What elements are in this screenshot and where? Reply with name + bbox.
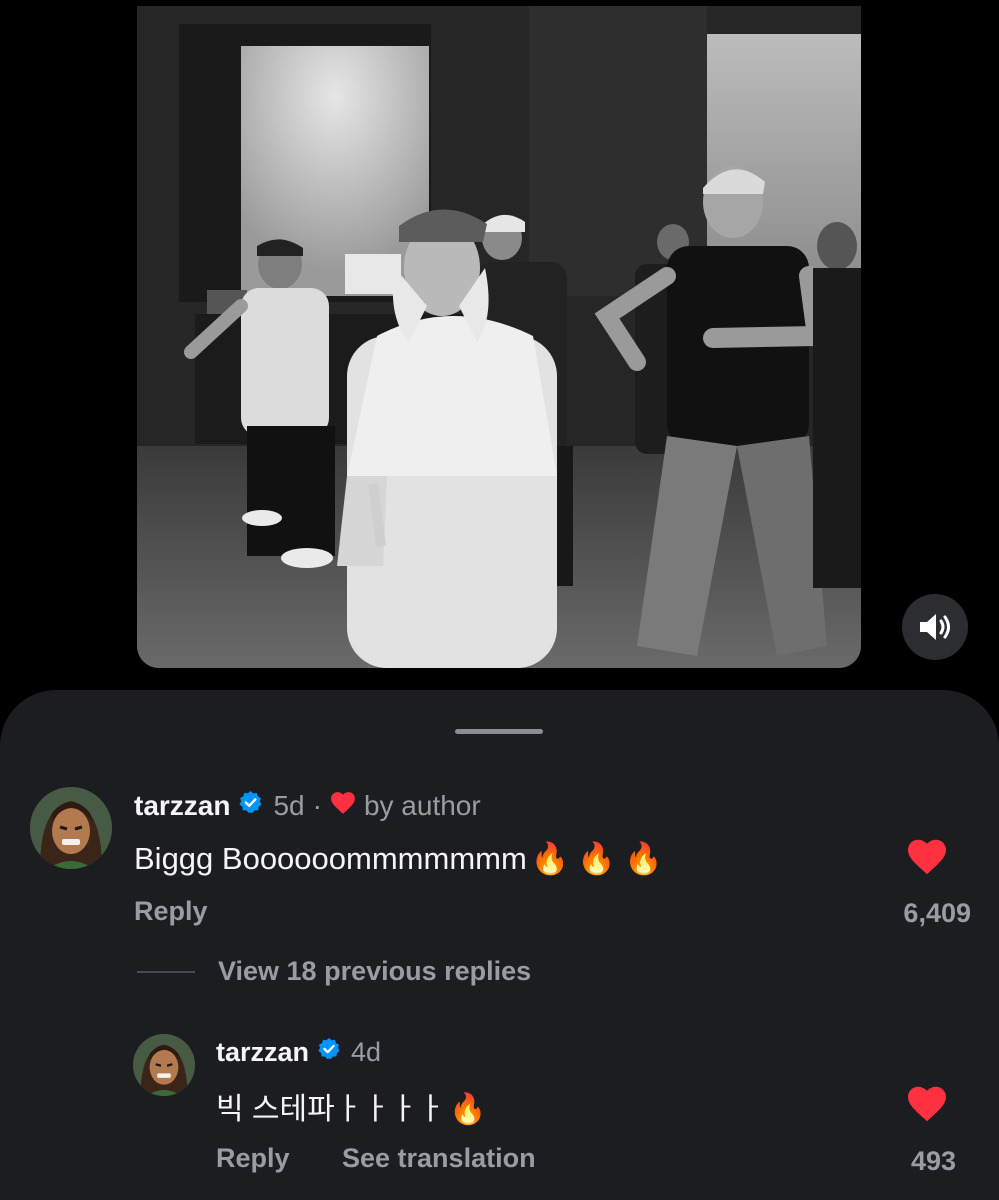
comments-sheet: tarzzan 5d · by author Biggg Boooooommmm… [0, 690, 999, 1200]
fire-emoji: 🔥🔥🔥 [530, 841, 671, 876]
app-root: tarzzan 5d · by author Biggg Boooooommmm… [0, 0, 999, 1200]
meta-separator: · [312, 790, 322, 821]
replies-divider [137, 971, 195, 973]
author-liked-heart-icon [330, 790, 356, 822]
avatar[interactable] [30, 787, 112, 869]
like-count: 6,409 [903, 898, 971, 928]
comment-text: Biggg Boooooommmmmmm 🔥🔥🔥 [134, 840, 671, 877]
reply-button[interactable]: Reply [216, 1143, 290, 1174]
user-avatar-image [30, 787, 112, 869]
like-heart-icon[interactable] [906, 838, 948, 881]
username[interactable]: tarzzan [134, 790, 230, 822]
see-translation-button[interactable]: See translation [342, 1143, 536, 1174]
comment-meta: tarzzan 5d · by author [134, 790, 481, 822]
post-video[interactable] [137, 6, 861, 668]
username[interactable]: tarzzan [216, 1037, 309, 1068]
mute-toggle-button[interactable] [902, 594, 968, 660]
fire-emoji: 🔥 [449, 1093, 487, 1126]
avatar[interactable] [133, 1034, 195, 1096]
view-previous-replies-button[interactable]: View 18 previous replies [218, 956, 531, 987]
reply-body: 빅 스테파ㅏㅏㅏㅏ [216, 1093, 446, 1126]
comment-body: Biggg Boooooommmmmmm [134, 841, 527, 876]
reply-text: 빅 스테파ㅏㅏㅏㅏ 🔥 [216, 1084, 487, 1128]
sheet-drag-handle[interactable] [455, 729, 543, 734]
comment-timestamp: 5d [273, 790, 305, 821]
verified-badge-icon [238, 790, 263, 822]
reply-button[interactable]: Reply [134, 896, 208, 927]
like-heart-icon[interactable] [906, 1085, 948, 1128]
dance-video-frame [137, 6, 861, 668]
verified-badge-icon [317, 1037, 341, 1068]
user-avatar-image [133, 1034, 195, 1096]
reply-timestamp: 4d [351, 1037, 382, 1067]
reply-meta: tarzzan 4d [216, 1037, 381, 1068]
like-count: 493 [910, 1146, 956, 1176]
author-liked-label: by author [363, 790, 481, 821]
speaker-icon [920, 614, 950, 640]
